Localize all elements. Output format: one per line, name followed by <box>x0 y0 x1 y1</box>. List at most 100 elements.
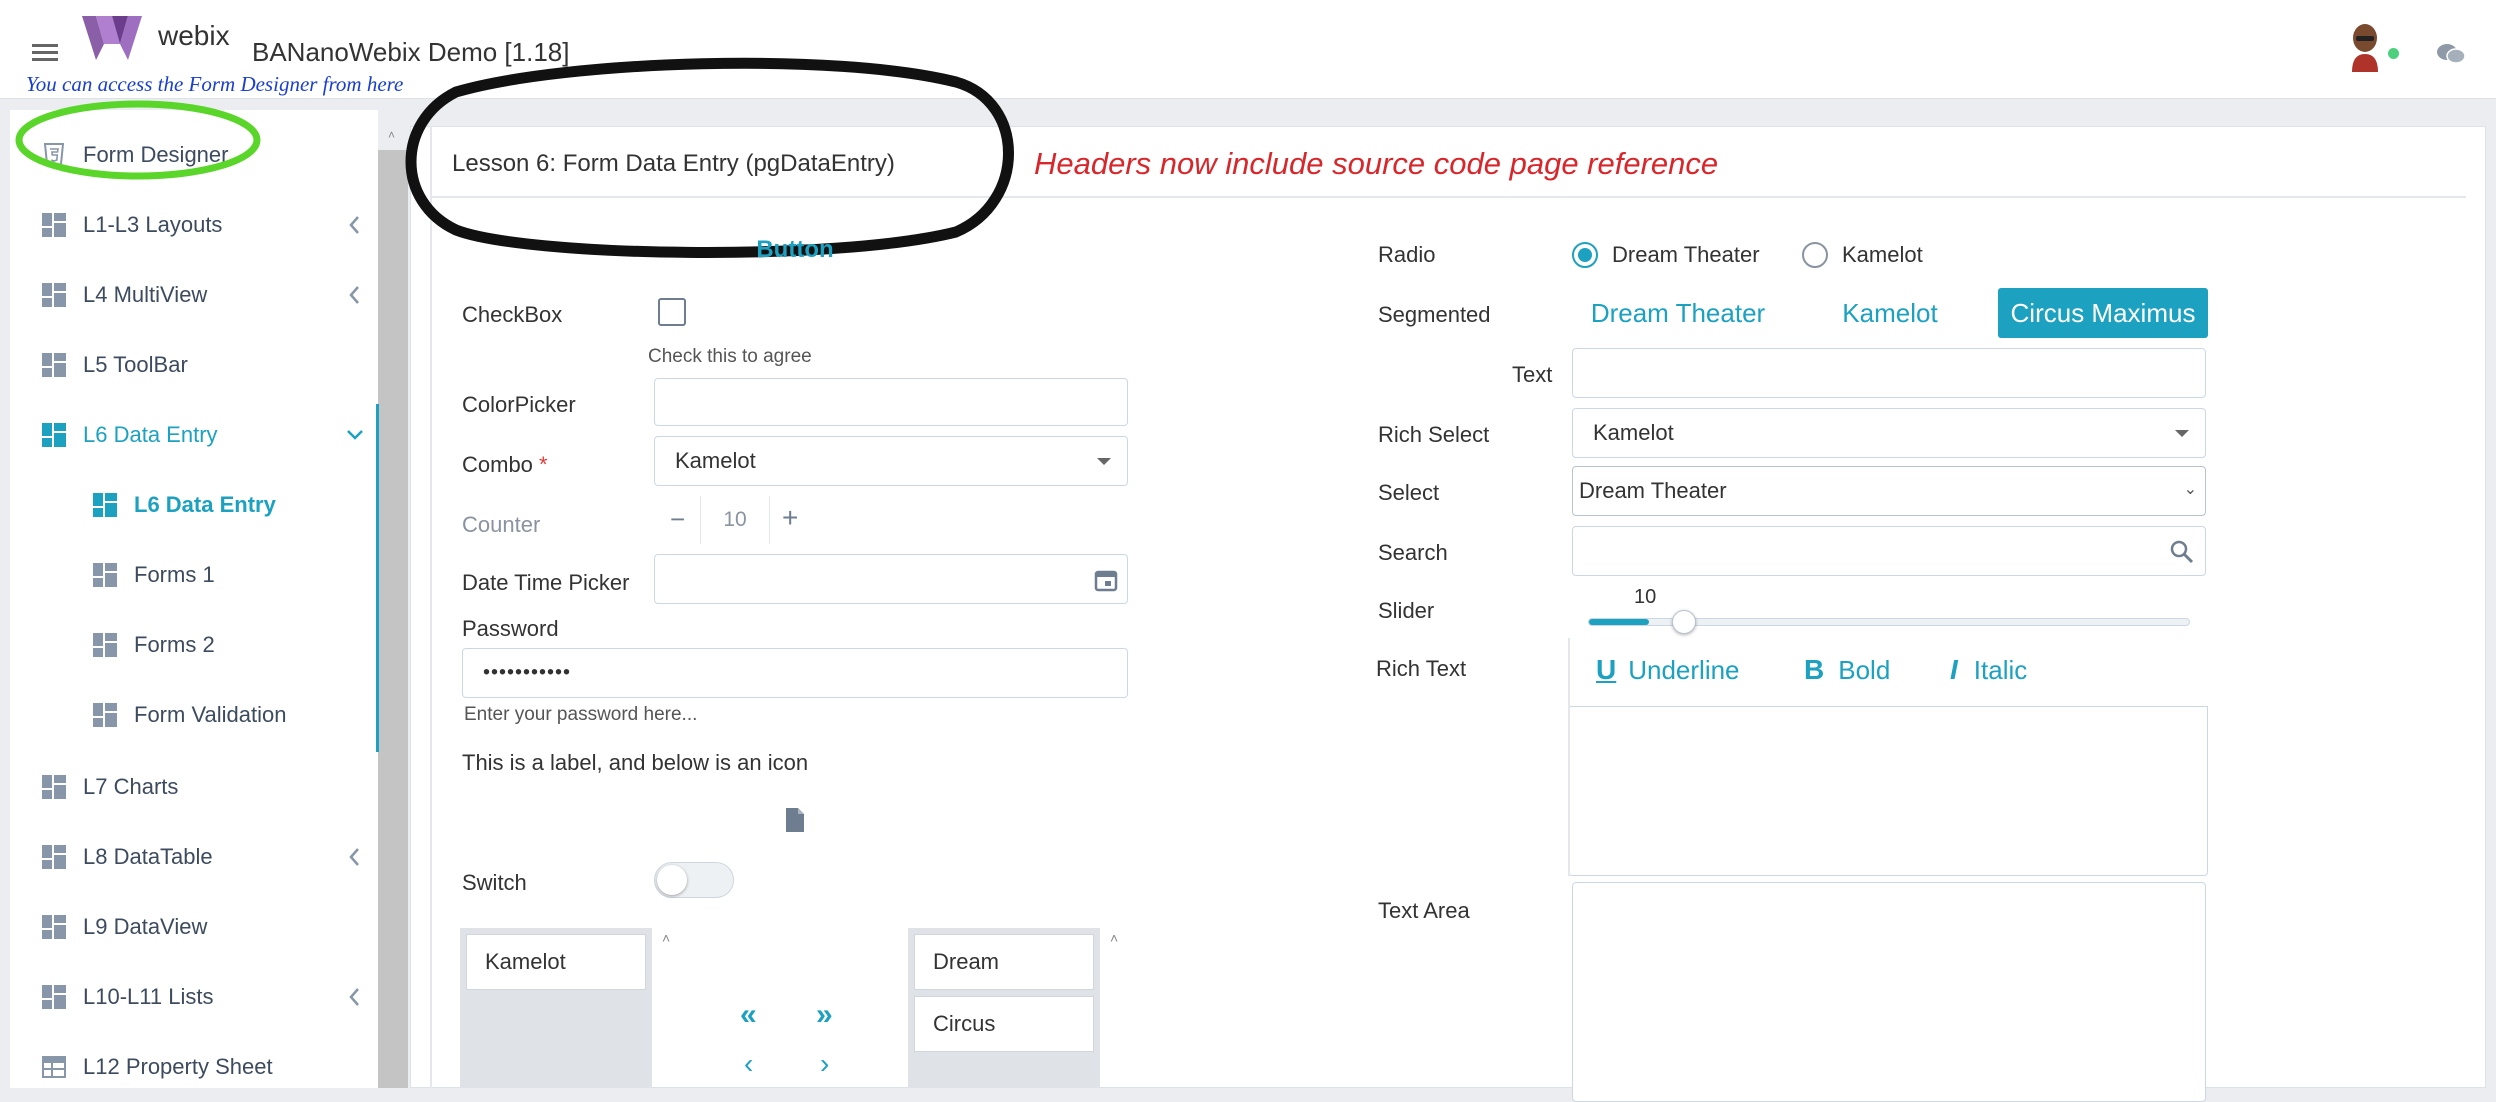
counter-minus-button[interactable]: − <box>670 504 685 535</box>
list-item[interactable]: Dream <box>914 934 1094 990</box>
password-value: ••••••••••• <box>483 661 572 684</box>
combo-value: Kamelot <box>675 448 756 473</box>
dashboard-icon <box>93 563 117 587</box>
dashboard-icon <box>42 985 66 1009</box>
textarea-input[interactable] <box>1572 882 2206 1102</box>
dashboard-icon <box>42 845 66 869</box>
sidebar-item-l1-l3-layouts[interactable]: L1-L3 Layouts <box>10 190 380 260</box>
radio-option-kamelot[interactable]: Kamelot <box>1802 238 1923 272</box>
counter-plus-button[interactable]: + <box>782 502 798 534</box>
underline-button[interactable]: U Underline <box>1596 654 1740 686</box>
password-hint: Enter your password here... <box>464 704 698 725</box>
richtext-label: Rich Text <box>1376 656 1467 681</box>
combo-caret-icon[interactable] <box>1097 458 1111 465</box>
sidebar-item-form-validation-sub[interactable]: Form Validation <box>10 680 380 750</box>
chevron-left-icon[interactable] <box>346 214 364 236</box>
segment-circus-maximus[interactable]: Circus Maximus <box>1998 288 2208 338</box>
select-label: Select <box>1378 480 1440 505</box>
dbllist-right-list[interactable]: Dream Circus <box>908 928 1100 1088</box>
text-input[interactable] <box>1572 348 2206 398</box>
menu-icon[interactable] <box>32 42 58 62</box>
scroll-up-arrow[interactable]: ˄ <box>388 128 395 142</box>
sidebar-item-forms-2-sub[interactable]: Forms 2 <box>10 610 380 680</box>
sidebar-item-l10-l11-lists[interactable]: L10-L11 Lists <box>10 962 380 1032</box>
italic-label: Italic <box>1973 654 2028 685</box>
italic-button[interactable]: I Italic <box>1950 654 2027 686</box>
sidebar-item-label: L5 ToolBar <box>83 352 188 377</box>
table-icon <box>42 1055 66 1079</box>
chevron-left-icon[interactable] <box>346 284 364 306</box>
richselect-label: Rich Select <box>1378 422 1490 447</box>
textarea-label: Text Area <box>1378 898 1470 923</box>
bold-button[interactable]: B Bold <box>1804 654 1890 686</box>
slider-label: Slider <box>1378 598 1435 623</box>
sidebar-item-l7-charts[interactable]: L7 Charts <box>10 752 380 822</box>
sidebar-item-label: L10-L11 Lists <box>83 984 214 1009</box>
richselect-input[interactable]: Kamelot <box>1572 408 2206 458</box>
password-input[interactable]: ••••••••••• <box>462 648 1128 698</box>
sidebar-item-forms-1-sub[interactable]: Forms 1 <box>10 540 380 610</box>
calendar-icon[interactable] <box>1093 567 1119 593</box>
sidebar-item-l8-datatable[interactable]: L8 DataTable <box>10 822 380 892</box>
switch-toggle[interactable] <box>654 862 734 898</box>
dashboard-icon <box>93 703 117 727</box>
richselect-value: Kamelot <box>1593 420 1674 445</box>
move-all-left-icon[interactable]: « <box>740 998 757 1032</box>
segment-label: Kamelot <box>1842 298 1938 328</box>
dashboard-icon <box>42 283 66 307</box>
sidebar-item-label: L6 Data Entry <box>134 492 276 517</box>
bold-icon: B <box>1804 654 1825 685</box>
chat-icon[interactable] <box>2436 42 2466 66</box>
counter-label: Counter <box>462 512 541 537</box>
button[interactable]: Button <box>690 236 900 276</box>
slider-fill <box>1589 619 1650 625</box>
sidebar-item-l5-toolbar[interactable]: L5 ToolBar <box>10 330 380 400</box>
list-item[interactable]: Circus <box>914 996 1094 1052</box>
move-left-icon[interactable]: ‹ <box>744 1048 753 1080</box>
sidebar-scrollbar[interactable] <box>378 150 408 1088</box>
list-scroll-up[interactable]: ˄ <box>1110 930 1118 946</box>
header-annotation: You can access the Form Designer from he… <box>26 72 404 96</box>
select-input[interactable]: Dream Theater ⌄ <box>1572 466 2206 516</box>
radio-option-dream-theater[interactable]: Dream Theater <box>1572 238 1760 272</box>
richselect-caret-icon[interactable] <box>2175 430 2189 437</box>
list-scroll-up[interactable]: ˄ <box>662 930 670 946</box>
chevron-left-icon[interactable] <box>346 986 364 1008</box>
segment-kamelot[interactable]: Kamelot <box>1784 288 1996 338</box>
richtext-frame <box>1568 638 1570 876</box>
slider-handle[interactable] <box>1672 610 1697 634</box>
segment-label: Circus Maximus <box>2010 298 2196 328</box>
sidebar-item-l6-data-entry[interactable]: L6 Data Entry <box>10 400 380 470</box>
sidebar-item-l4-multiview[interactable]: L4 MultiView <box>10 260 380 330</box>
datetime-input[interactable] <box>654 554 1128 604</box>
chevron-left-icon[interactable] <box>346 846 364 868</box>
combo-label: Combo * <box>462 452 548 478</box>
segment-dream-theater[interactable]: Dream Theater <box>1572 288 1784 338</box>
search-icon[interactable] <box>2169 539 2195 565</box>
combo-input[interactable]: Kamelot <box>654 436 1128 486</box>
user-avatar[interactable] <box>2348 22 2382 72</box>
sidebar-item-l9-dataview[interactable]: L9 DataView <box>10 892 380 962</box>
search-input[interactable] <box>1572 526 2206 576</box>
checkbox[interactable] <box>658 298 686 326</box>
dashboard-icon <box>42 423 66 447</box>
sidebar-item-label: L8 DataTable <box>83 844 213 869</box>
panel-annotation: Headers now include source code page ref… <box>1034 146 1719 181</box>
switch-knob <box>657 865 687 895</box>
sidebar-item-l12-property-sheet[interactable]: L12 Property Sheet <box>10 1032 380 1102</box>
move-right-icon[interactable]: › <box>820 1048 829 1080</box>
sidebar-item-l6-data-entry-sub[interactable]: L6 Data Entry <box>10 470 380 540</box>
counter-value[interactable]: 10 <box>700 496 770 544</box>
list-item[interactable]: Kamelot <box>466 934 646 990</box>
dbllist-left-list[interactable]: Kamelot <box>460 928 652 1088</box>
colorpicker-input[interactable] <box>654 378 1128 426</box>
move-all-right-icon[interactable]: » <box>816 998 833 1032</box>
colorpicker-label: ColorPicker <box>462 392 576 417</box>
chevron-down-icon[interactable] <box>346 424 364 446</box>
dashboard-icon <box>42 353 66 377</box>
sidebar-item-label: L12 Property Sheet <box>83 1054 273 1079</box>
select-chevron-icon[interactable]: ⌄ <box>2184 479 2197 499</box>
panel-left-border <box>430 126 432 1088</box>
dashboard-icon <box>42 775 66 799</box>
richtext-editor[interactable] <box>1568 706 2208 876</box>
